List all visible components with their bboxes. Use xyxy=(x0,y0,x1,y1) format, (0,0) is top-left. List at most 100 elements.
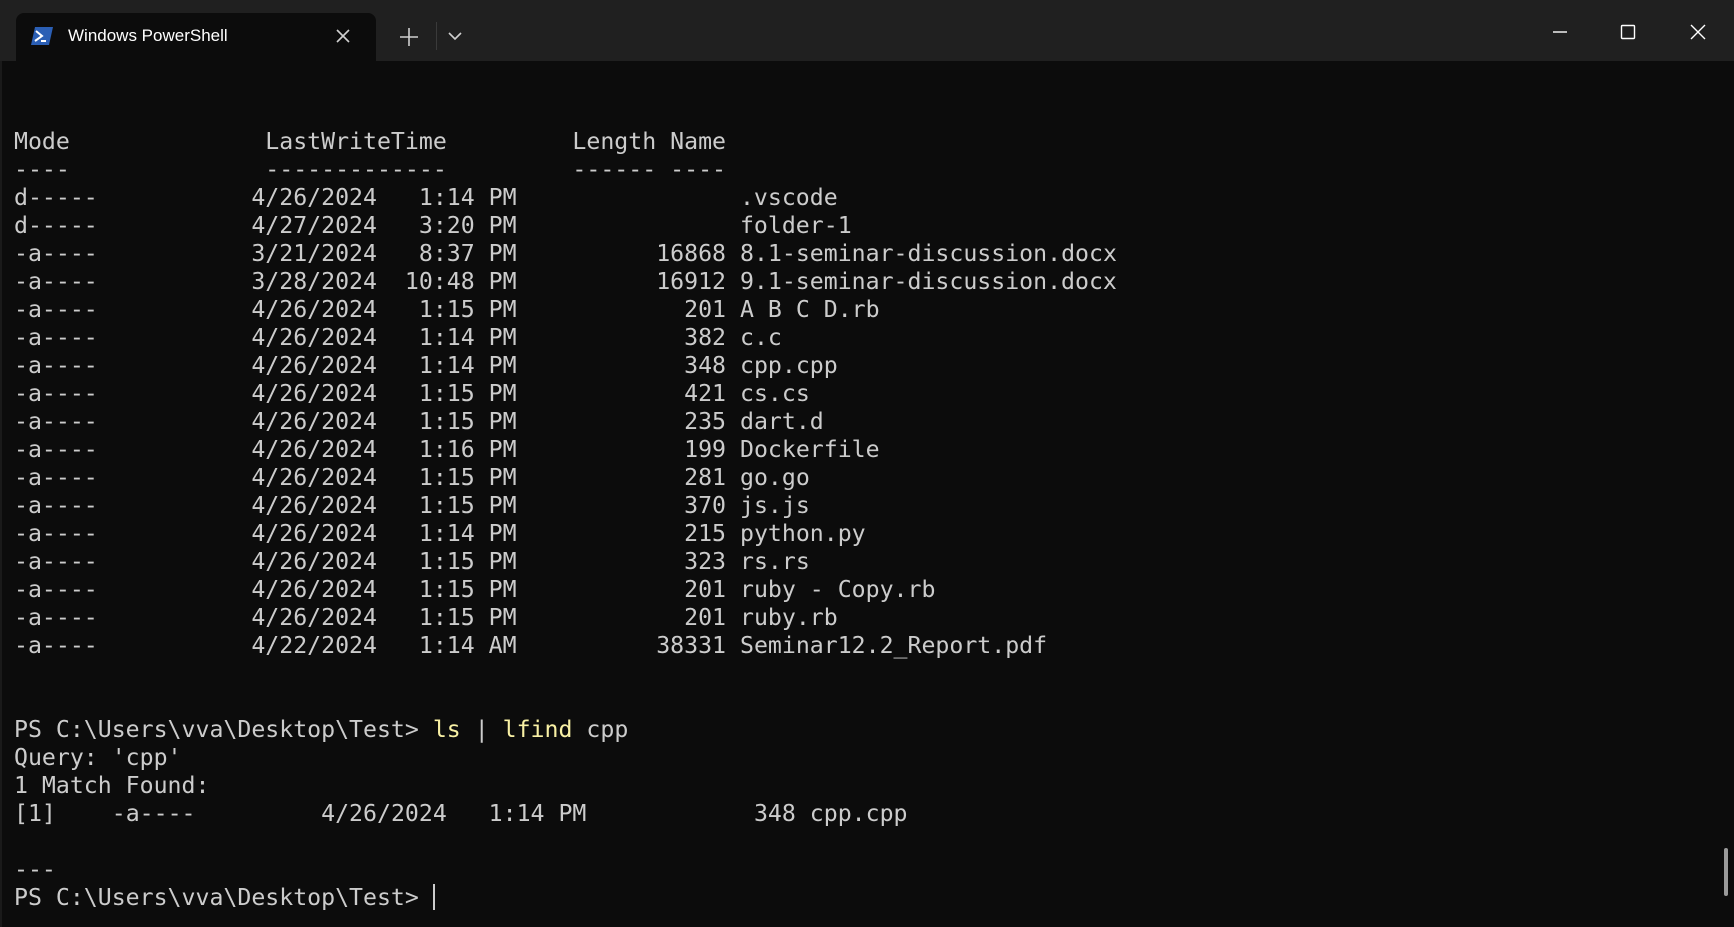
underline-name: ---- xyxy=(670,156,726,183)
tab-separator xyxy=(436,22,437,50)
row-date: 4/26/2024 xyxy=(251,576,377,603)
minimize-button[interactable] xyxy=(1542,14,1578,50)
list-item: -a---- 4/26/2024 1:15 PM 235 dart.d xyxy=(14,408,1117,436)
row-name: go.go xyxy=(739,464,810,491)
row-name: 9.1-seminar-discussion.docx xyxy=(739,268,1117,295)
terminal-output[interactable]: Mode LastWriteTime Length Name ---- ----… xyxy=(14,128,1117,912)
new-tab-button[interactable] xyxy=(396,24,422,50)
match-date: 4/26/2024 xyxy=(321,800,447,827)
row-time: 1:16 PM xyxy=(418,436,517,463)
prompt: PS C:\Users\vva\Desktop\Test> xyxy=(14,716,433,743)
row-date: 4/26/2024 xyxy=(251,408,377,435)
row-length: 235 xyxy=(684,408,727,435)
maximize-icon xyxy=(1620,24,1636,40)
tab-title: Windows PowerShell xyxy=(68,26,228,45)
row-length: 16912 xyxy=(656,268,726,295)
row-mode: -a---- xyxy=(14,324,98,351)
chevron-down-icon xyxy=(448,32,462,41)
header-length: Length xyxy=(572,128,657,155)
list-item: -a---- 4/26/2024 1:15 PM 421 cs.cs xyxy=(14,380,1117,408)
header-name: Name xyxy=(670,128,726,155)
row-length: 16868 xyxy=(656,240,727,267)
row-name: ruby.rb xyxy=(739,604,838,631)
final-prompt-line[interactable]: PS C:\Users\vva\Desktop\Test> xyxy=(14,884,1117,912)
match-row: [1] -a---- 4/26/2024 1:14 PM 348 cpp.cpp xyxy=(14,800,1117,828)
row-date: 4/26/2024 xyxy=(251,604,377,631)
tab-dropdown-button[interactable] xyxy=(444,28,466,44)
command-arg: cpp xyxy=(572,716,629,743)
row-mode: -a---- xyxy=(14,296,98,323)
list-item: -a---- 4/26/2024 1:15 PM 201 ruby - Copy… xyxy=(14,576,1117,604)
row-time: 1:14 PM xyxy=(418,520,517,547)
list-item: -a---- 4/26/2024 1:15 PM 323 rs.rs xyxy=(14,548,1117,576)
underline-mode: ---- xyxy=(14,156,70,183)
row-mode: -a---- xyxy=(14,464,98,491)
row-time: 1:15 PM xyxy=(418,408,517,435)
row-mode: -a---- xyxy=(14,408,98,435)
header-mode: Mode xyxy=(14,128,70,155)
row-length: 421 xyxy=(684,380,727,407)
row-date: 3/21/2024 xyxy=(251,240,377,267)
row-mode: -a---- xyxy=(14,352,98,379)
row-mode: d----- xyxy=(14,184,98,211)
row-mode: -a---- xyxy=(14,436,98,463)
row-mode: -a---- xyxy=(14,632,98,659)
row-name: A B C D.rb xyxy=(739,296,880,323)
row-name: python.py xyxy=(739,520,866,547)
listing-header: Mode LastWriteTime Length Name xyxy=(14,128,1117,156)
close-tab-icon[interactable] xyxy=(332,25,354,47)
close-window-button[interactable] xyxy=(1680,14,1716,50)
row-time: 10:48 PM xyxy=(404,268,517,295)
row-mode: -a---- xyxy=(14,492,98,519)
list-item: -a---- 4/26/2024 1:14 PM 348 cpp.cpp xyxy=(14,352,1117,380)
row-time: 1:14 PM xyxy=(418,184,517,211)
row-date: 4/26/2024 xyxy=(251,548,377,575)
row-length: 199 xyxy=(684,436,727,463)
row-time: 1:15 PM xyxy=(418,464,517,491)
text-cursor xyxy=(432,884,435,910)
underline-lastwritetime: ------------- xyxy=(265,156,447,183)
list-item: -a---- 4/22/2024 1:14 AM 38331 Seminar12… xyxy=(14,632,1117,660)
row-date: 4/26/2024 xyxy=(251,380,377,407)
list-item: d----- 4/27/2024 3:20 PM folder-1 xyxy=(14,212,1117,240)
listing-rows: d----- 4/26/2024 1:14 PM .vscode d----- 4… xyxy=(14,184,1117,660)
row-name: Dockerfile xyxy=(739,436,880,463)
row-length: 201 xyxy=(684,296,727,323)
row-length: 323 xyxy=(684,548,727,575)
separator-line: --- xyxy=(14,856,56,883)
row-mode: -a---- xyxy=(14,576,98,603)
row-time: 1:15 PM xyxy=(418,604,517,631)
row-time: 1:15 PM xyxy=(418,296,517,323)
maximize-button[interactable] xyxy=(1610,14,1646,50)
row-mode: -a---- xyxy=(14,520,98,547)
match-length: 348 xyxy=(753,800,796,827)
row-name: cpp.cpp xyxy=(739,352,838,379)
window-edge xyxy=(0,61,2,927)
row-name: c.c xyxy=(739,324,782,351)
scrollbar-thumb[interactable] xyxy=(1724,848,1728,896)
prompt: PS C:\Users\vva\Desktop\Test> xyxy=(14,884,433,911)
tab-powershell[interactable]: Windows PowerShell xyxy=(16,13,376,61)
row-date: 4/27/2024 xyxy=(251,212,377,239)
list-item: d----- 4/26/2024 1:14 PM .vscode xyxy=(14,184,1117,212)
row-length: 215 xyxy=(684,520,727,547)
list-item: -a---- 4/26/2024 1:16 PM 199 Dockerfile xyxy=(14,436,1117,464)
plus-icon xyxy=(400,28,418,46)
row-date: 4/26/2024 xyxy=(251,520,377,547)
list-item: -a---- 4/26/2024 1:14 PM 215 python.py xyxy=(14,520,1117,548)
row-date: 4/22/2024 xyxy=(251,632,377,659)
row-date: 4/26/2024 xyxy=(251,352,377,379)
match-index: [1] xyxy=(14,800,56,827)
match-mode: -a---- xyxy=(111,800,196,827)
match-name: cpp.cpp xyxy=(809,800,908,827)
row-length: 38331 xyxy=(656,632,727,659)
title-bar: Windows PowerShell xyxy=(0,0,1734,61)
row-name: 8.1-seminar-discussion.docx xyxy=(739,240,1117,267)
row-length: 281 xyxy=(684,464,727,491)
listing-underline: ---- ------------- ------ ---- xyxy=(14,156,1117,184)
command-line: PS C:\Users\vva\Desktop\Test> ls | lfind… xyxy=(14,716,1117,744)
list-item: -a---- 4/26/2024 1:14 PM 382 c.c xyxy=(14,324,1117,352)
